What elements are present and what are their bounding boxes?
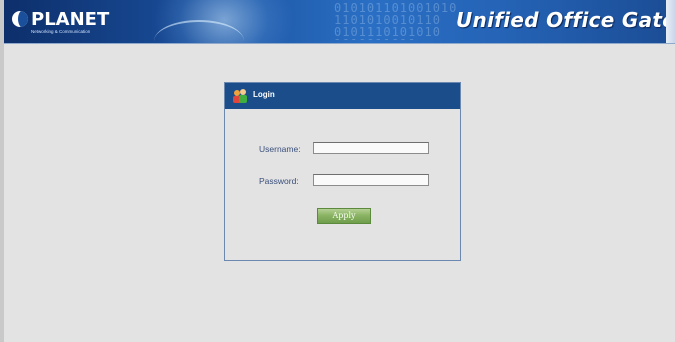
password-label: Password: <box>259 176 299 186</box>
planet-logo: PLANET Networking & Communication <box>12 9 112 35</box>
password-input[interactable] <box>313 174 429 186</box>
logo-text: PLANET <box>31 9 110 30</box>
username-input[interactable] <box>313 142 429 154</box>
users-icon <box>233 89 247 103</box>
apply-button[interactable]: Apply <box>317 208 371 224</box>
app-title: Unified Office Gateway <box>456 8 670 32</box>
app-frame: 010101101001010 1101010010110 0101110101… <box>0 0 675 342</box>
header-right-cap <box>666 0 675 43</box>
planet-globe-icon <box>12 11 28 27</box>
login-panel: Login Username: Password: Apply <box>224 82 461 261</box>
username-label: Username: <box>259 144 301 154</box>
login-panel-title: Login <box>253 90 275 99</box>
header-banner: 010101101001010 1101010010110 0101110101… <box>4 0 670 43</box>
logo-subtext: Networking & Communication <box>31 29 91 34</box>
content-divider <box>4 43 675 44</box>
login-panel-header: Login <box>225 83 460 109</box>
